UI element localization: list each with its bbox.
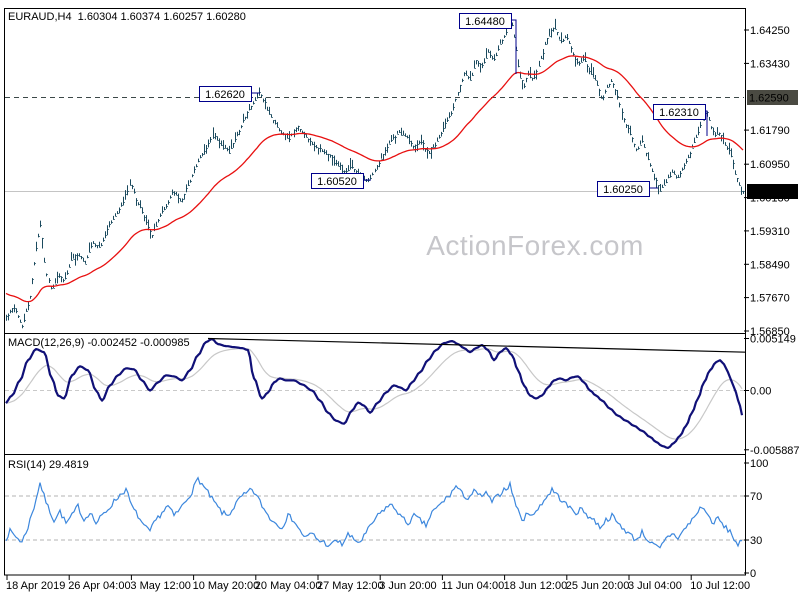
price-y-axis: 1.642501.634301.617901.609501.601301.593…	[744, 25, 790, 338]
price-axis-label: 1.61790	[750, 125, 790, 137]
date-axis-label: 3 Jul 04:00	[628, 580, 682, 592]
date-axis-label: 25 Jun 20:00	[566, 580, 630, 592]
price-axis-label: 1.64250	[750, 25, 790, 37]
symbol-ohlc-header: EURAUD,H4 1.60304 1.60374 1.60257 1.6028…	[8, 11, 246, 23]
date-axis-label: 18 Jun 12:00	[504, 580, 568, 592]
price-axis-tag: 1.60280	[747, 184, 798, 199]
rsi-panel-border	[4, 454, 746, 576]
date-axis-label: 27 May 12:00	[317, 580, 384, 592]
price-annotation: 1.60250	[597, 181, 658, 197]
annotation-label: 1.62620	[205, 89, 245, 101]
macd-axis-label: 0.00	[750, 386, 771, 398]
macd-axis-label: 0.005149	[750, 334, 796, 346]
rsi-axis-label: 100	[750, 458, 768, 470]
rsi-y-axis: 100 70 30 0	[744, 458, 768, 580]
macd-indicator-header: MACD(12,26,9) -0.002452 -0.000985	[8, 337, 190, 349]
annotation-label: 1.60520	[317, 176, 357, 188]
rsi-axis-label: 0	[750, 568, 756, 580]
chart-canvas[interactable]: 1.642501.634301.617901.609501.601301.593…	[0, 0, 800, 600]
rsi-line	[5, 476, 743, 549]
rsi-axis-label: 30	[750, 535, 762, 547]
date-axis-label: 11 Jun 04:00	[441, 580, 504, 592]
macd-y-axis: 0.005149 0.00 -0.005887	[744, 334, 800, 457]
date-axis-label: 3 Jun 20:00	[379, 580, 437, 592]
date-axis-label: 20 May 04:00	[255, 580, 322, 592]
annotation-label: 1.62310	[659, 107, 699, 119]
price-axis-label: 1.59310	[750, 226, 790, 238]
price-axis-label: 1.63430	[750, 58, 790, 70]
chart-window: ActionForex.com EURAUD,H4 1.60304 1.6037…	[0, 0, 800, 600]
price-close-ticks	[6, 25, 745, 327]
x-axis-labels: 18 Apr 2019 26 Apr 04:00 3 May 12:00 10 May…	[6, 575, 750, 592]
annotation-label: 1.64480	[465, 16, 505, 28]
rsi-indicator-header: RSI(14) 29.4819	[8, 459, 89, 471]
price-ohlc-bars	[6, 18, 744, 329]
price-annotation: 1.62620	[199, 86, 260, 102]
date-axis-label: 26 Apr 04:00	[68, 580, 130, 592]
macd-main-line	[5, 337, 744, 449]
tag-label: 1.60280	[749, 187, 789, 199]
macd-panel-border	[4, 333, 746, 455]
macd-axis-label: -0.005887	[750, 445, 800, 457]
price-axis-label: 1.60950	[750, 159, 790, 171]
price-annotation: 1.60520	[311, 173, 371, 189]
price-axis-tag: 1.62590	[747, 90, 798, 105]
price-axis-label: 1.57670	[750, 293, 790, 305]
date-axis-label: 18 Apr 2019	[6, 580, 65, 592]
moving-average-line	[5, 55, 744, 303]
tag-label: 1.62590	[749, 93, 789, 105]
rsi-axis-label: 70	[750, 491, 762, 503]
date-axis-label: 10 Jul 12:00	[690, 580, 750, 592]
annotation-label: 1.60250	[603, 184, 643, 196]
price-axis-label: 1.58490	[750, 259, 790, 271]
date-axis-label: 10 May 20:00	[193, 580, 260, 592]
date-axis-label: 3 May 12:00	[130, 580, 191, 592]
price-annotation: 1.64480	[459, 13, 517, 74]
